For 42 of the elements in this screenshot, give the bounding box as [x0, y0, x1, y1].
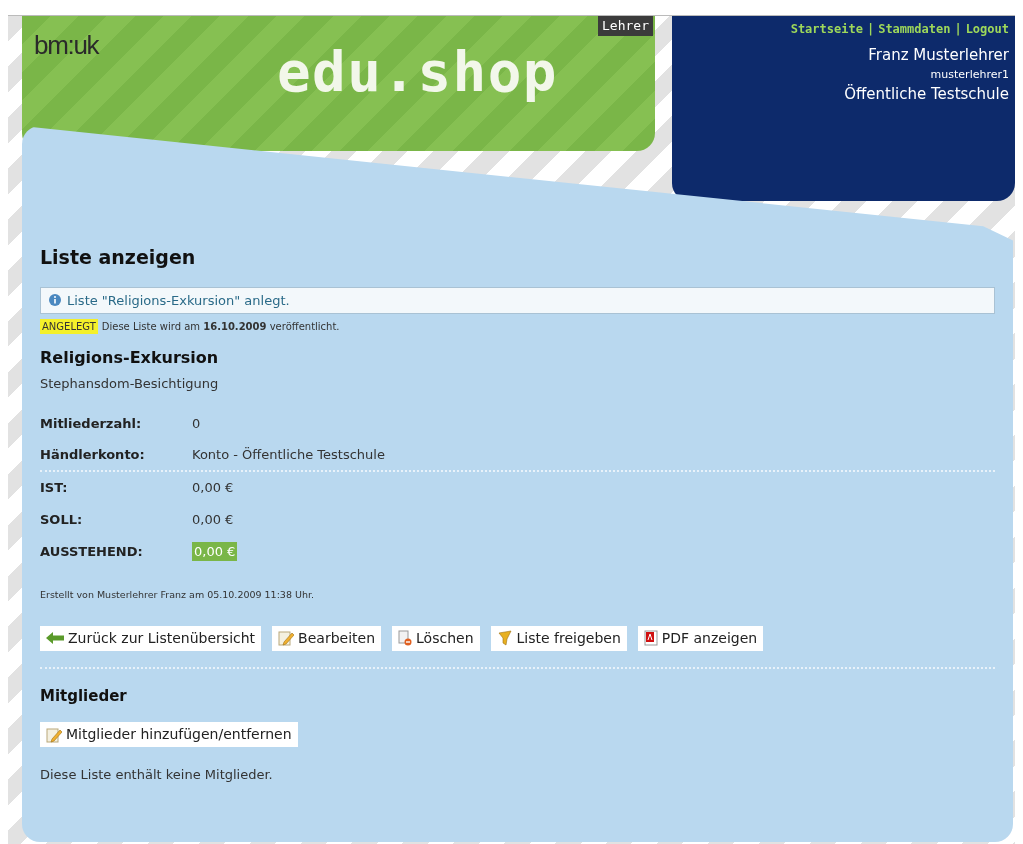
link-separator: | [954, 21, 962, 38]
top-link[interactable]: Stammdaten [878, 20, 951, 38]
field-label: IST: [40, 478, 69, 497]
action-button[interactable]: Löschen [392, 625, 480, 651]
field-value: 0 [192, 414, 201, 433]
pencil-note-icon [278, 630, 295, 647]
action-button[interactable]: Zurück zur Listenübersicht [40, 625, 262, 651]
status-text: Diese Liste wird am 16.10.2009 veröffentlicht. [101, 320, 340, 334]
page-title: Liste anzeigen [40, 245, 197, 270]
list-description: Stephansdom-Besichtigung [40, 375, 220, 393]
info-icon [49, 294, 61, 307]
role-badge: Lehrer [598, 16, 653, 36]
status-badge: ANGELEGT [40, 319, 98, 334]
field-value: 0,00 € [192, 510, 234, 529]
members-title: Mitglieder [40, 685, 128, 707]
shop-logo: edu.shop [277, 38, 558, 106]
empty-members-text: Diese Liste enthält keine Mitglieder. [40, 766, 274, 785]
action-button[interactable]: Bearbeiten [272, 625, 382, 651]
field-label: SOLL: [40, 510, 84, 529]
top-link[interactable]: Logout [965, 20, 1009, 38]
field-value: 0,00 € [192, 478, 234, 497]
field-value: 0,00 € [192, 541, 238, 562]
document-delete-icon [398, 630, 413, 647]
ministry-logo: bm:uk [34, 29, 99, 62]
field-label: AUSSTEHEND: [40, 542, 144, 561]
field-value: Konto - Öffentliche Testschule [192, 445, 385, 464]
created-info: Erstellt von Musterlehrer Franz am 05.10.2009 11:38 Uhr. [40, 587, 315, 602]
top-link[interactable]: Startseite [790, 20, 863, 38]
field-label: Händlerkonto: [40, 445, 146, 464]
user-name: Franz Musterlehrer [868, 45, 1009, 66]
username: musterlehrer1 [930, 66, 1009, 83]
link-separator: | [866, 21, 875, 38]
action-button[interactable]: Mitglieder hinzufügen/entfernen [40, 722, 298, 748]
pdf-icon [643, 630, 658, 647]
list-title: Religions-Exkursion [40, 347, 220, 369]
school-name: Öffentliche Testschule [844, 83, 1009, 105]
action-button[interactable]: PDF anzeigen [637, 625, 764, 651]
pencil-note-icon [46, 726, 62, 743]
field-label: Mitliederzahl: [40, 414, 143, 433]
action-button[interactable]: Liste freigeben [490, 625, 627, 651]
left-arrow-icon [46, 632, 64, 645]
notice-text: Liste "Religions-Exkursion" anlegt. [67, 291, 290, 310]
